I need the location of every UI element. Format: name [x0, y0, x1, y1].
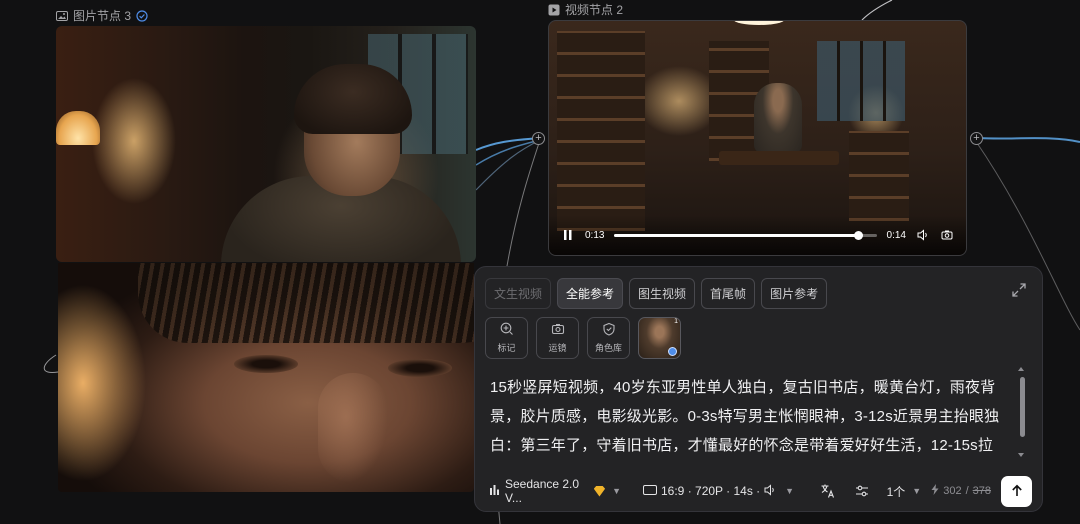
video-node-output-port[interactable]: +	[970, 132, 983, 145]
duration: 0:14	[886, 229, 906, 241]
video-progress-bar[interactable]	[614, 230, 877, 240]
prompt-textarea[interactable]: 15秒竖屏短视频，40岁东亚男性单人独白，复古旧书店，暖黄台灯，雨夜背景，胶片质…	[490, 373, 1017, 461]
output-count: 1个	[886, 484, 906, 499]
reference-thumbnail[interactable]: 1	[638, 317, 681, 359]
scroll-up-arrow[interactable]	[1018, 367, 1024, 371]
shield-check-icon	[602, 322, 616, 338]
video-progress-knob[interactable]	[854, 230, 864, 240]
pause-icon[interactable]	[561, 228, 575, 242]
tab-omni-reference[interactable]: 全能参考	[557, 278, 624, 309]
video-icon	[548, 4, 560, 16]
image-node-title: 图片节点 3	[73, 9, 132, 23]
model-bars-icon	[489, 484, 501, 499]
reading-table	[719, 151, 839, 165]
image-icon	[56, 10, 68, 22]
camera-icon	[551, 322, 565, 338]
man-seated	[754, 83, 802, 153]
credits-used: 302	[943, 485, 962, 497]
image-node-3[interactable]	[56, 26, 476, 262]
closeup-eye-left	[234, 355, 298, 373]
translate-icon[interactable]	[817, 480, 839, 502]
output-count-selector[interactable]: 1个 ▼	[887, 483, 922, 500]
adjust-settings-icon[interactable]	[851, 480, 873, 502]
mode-tabs: 文生视频 全能参考 图生视频 首尾帧 图片参考	[485, 278, 828, 309]
image-node-output-port[interactable]: +	[532, 132, 545, 145]
closeup-eye-right	[388, 359, 452, 377]
mark-plus-icon	[500, 322, 514, 338]
model-selector[interactable]: Seedance 2.0 V... ▼	[489, 477, 621, 505]
background-window	[817, 41, 905, 121]
chevron-down-icon: ▼	[912, 486, 922, 496]
chevron-down-icon: ▼	[785, 486, 795, 496]
video-settings-selector[interactable]: 16:9 · 720P · 14s · ▼	[643, 483, 795, 499]
mark-button[interactable]: 标记	[485, 317, 528, 359]
closeup-nose	[318, 373, 388, 483]
character-library-label: 角色库	[594, 343, 622, 353]
credits-separator: /	[965, 485, 969, 497]
video-settings-text: 16:9 · 720P · 14s ·	[661, 484, 761, 498]
volume-icon[interactable]	[916, 228, 930, 242]
prompt-scrollbar[interactable]	[1020, 377, 1025, 437]
credits-indicator: 302 / 378	[931, 484, 991, 498]
character-library-button[interactable]: 角色库	[587, 317, 630, 359]
tab-first-last-frame[interactable]: 首尾帧	[701, 278, 756, 309]
closeup-hair	[138, 263, 474, 343]
bookshelf	[557, 31, 645, 231]
aspect-ratio-icon	[643, 484, 657, 498]
audio-icon	[764, 483, 778, 499]
lightning-icon	[931, 484, 939, 498]
mark-label: 标记	[497, 343, 516, 353]
model-name: Seedance 2.0 V...	[505, 477, 580, 505]
video-node-title: 视频节点 2	[565, 3, 624, 17]
camera-motion-label: 运镜	[548, 343, 567, 353]
video-controls: 0:13 0:14	[549, 215, 966, 255]
scroll-down-arrow[interactable]	[1018, 453, 1024, 457]
panel-footer: Seedance 2.0 V... ▼ 16:9 · 720P · 14s · …	[489, 475, 1032, 507]
camera-motion-button[interactable]: 运镜	[536, 317, 579, 359]
chevron-down-icon: ▼	[612, 486, 621, 496]
reference-count: 1	[674, 318, 678, 325]
expand-icon[interactable]	[1010, 281, 1028, 299]
video-node-label[interactable]: 视频节点 2	[548, 1, 623, 18]
tab-image-to-video[interactable]: 图生视频	[629, 278, 696, 309]
credits-total: 378	[972, 485, 991, 497]
video-progress-fill	[614, 233, 859, 237]
reference-tools: 标记 运镜 角色库 1	[485, 317, 681, 359]
bookshelf	[849, 131, 909, 221]
send-button[interactable]	[1001, 475, 1032, 507]
table-lamp	[56, 111, 100, 145]
current-time: 0:13	[585, 229, 605, 241]
check-circle-icon	[136, 9, 148, 22]
generation-panel: 文生视频 全能参考 图生视频 首尾帧 图片参考 标记 运镜 角色库 1 15秒竖…	[474, 266, 1043, 512]
reference-badge-icon	[668, 347, 677, 356]
ceiling-light	[734, 21, 784, 25]
tab-image-reference[interactable]: 图片参考	[761, 278, 828, 309]
video-node-2[interactable]: 0:13 0:14	[548, 20, 967, 256]
arrow-up-icon	[1011, 484, 1022, 496]
image-node-label[interactable]: 图片节点 3	[56, 7, 148, 24]
premium-gem-icon	[593, 485, 606, 497]
screenshot-camera-icon[interactable]	[940, 228, 954, 242]
tab-text-to-video[interactable]: 文生视频	[485, 278, 552, 309]
closeup-image[interactable]	[58, 263, 474, 492]
